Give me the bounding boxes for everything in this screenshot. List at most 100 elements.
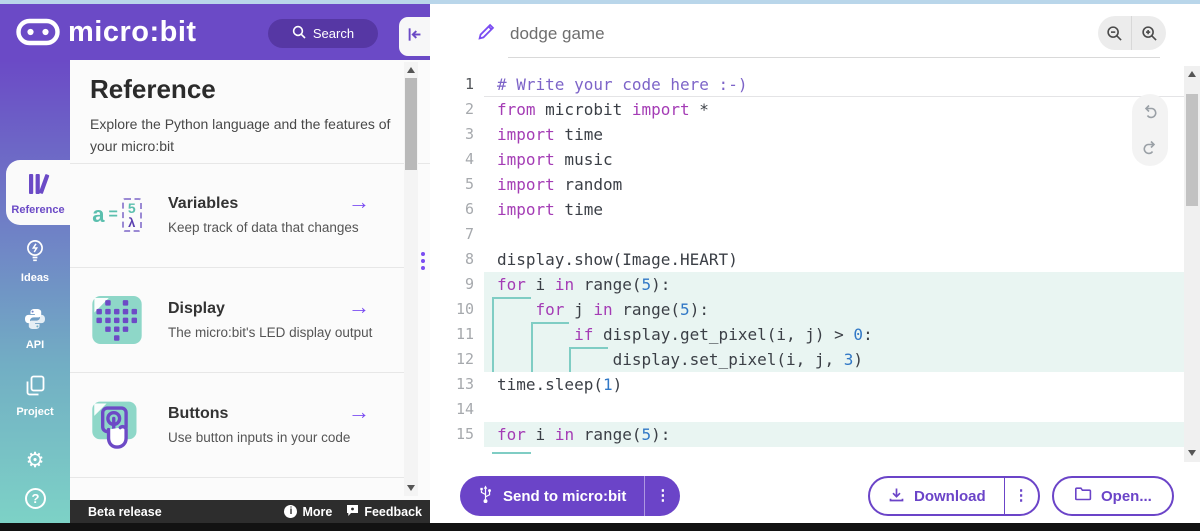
indent-guide [569,347,572,372]
line-number: 6 [464,200,474,218]
action-bar: Send to micro:bit ⋮ Download ⋮ Open... [430,462,1200,523]
sidebar-item-ideas[interactable]: Ideas [0,238,70,284]
code-line-text[interactable]: for i in range(5): [484,272,1184,297]
scroll-down-icon[interactable] [407,485,415,491]
scroll-up-icon[interactable] [1188,71,1196,77]
download-more-options-icon[interactable]: ⋮ [1003,478,1038,514]
info-icon: i [284,505,298,518]
line-number: 15 [455,425,474,443]
card-display[interactable]: Display The micro:bit's LED display outpu… [70,268,418,373]
indent-guide [530,322,570,324]
code-area[interactable]: 1 # Write your code here :-) 2 from microbi… [430,66,1184,462]
help-icon[interactable]: ? [25,488,46,509]
download-label: Download [914,487,986,505]
scroll-down-icon[interactable] [1188,450,1196,456]
open-label: Open... [1101,487,1152,505]
feedback-bubble-icon [346,504,359,520]
card-text: Display The micro:bit's LED display outpu… [168,300,372,340]
ideas-icon [23,238,47,264]
reference-scrollbar[interactable] [404,62,418,496]
code-line-text[interactable]: import time [484,197,1184,222]
code-line: 3 import time [430,122,1184,147]
edit-project-name-icon[interactable] [477,22,496,46]
zoom-in-button[interactable] [1132,16,1166,50]
feedback-link[interactable]: Feedback [346,504,422,520]
zoom-controls [1098,16,1166,50]
line-number: 4 [464,150,474,168]
code-line-text[interactable] [484,222,1184,247]
download-button[interactable]: Download ⋮ [868,476,1040,516]
indent-guide [569,347,608,349]
project-name[interactable]: dodge game [510,24,605,44]
download-icon [888,486,905,507]
sidebar-item-label: API [25,339,45,351]
code-line-text[interactable]: for i in range(5): [484,422,1184,454]
redo-button[interactable] [1132,130,1168,166]
card-variables[interactable]: a = 5 λ Variables Keep track of data that cha… [70,163,418,268]
code-line-text[interactable]: display.set_pixel(i, j, 3) [484,347,1184,372]
card-buttons[interactable]: Buttons Use button inputs in your code → [70,373,418,478]
reference-panel: Reference Explore the Python language an… [70,60,430,500]
code-line-text[interactable]: import music [484,147,1184,172]
reference-cards: a = 5 λ Variables Keep track of data that cha… [70,163,418,478]
more-link[interactable]: i More [284,505,332,519]
code-line-text[interactable] [484,397,1184,422]
collapse-arrow-icon [406,26,423,48]
sidebar-items: Reference Ideas API Project [0,160,70,418]
collapse-sidebar-button[interactable] [399,17,430,56]
panel-resize-handle[interactable] [421,252,425,270]
open-button[interactable]: Open... [1052,476,1174,516]
code-scrollbar[interactable] [1184,66,1200,462]
scrollbar-thumb[interactable] [405,78,417,170]
panel-title: Reference [90,74,216,104]
card-text: Buttons Use button inputs in your code [168,405,350,445]
code-line-text[interactable]: import random [484,172,1184,197]
search-button[interactable]: Search [268,19,378,48]
folder-icon [1074,486,1092,506]
code-line: 2 from microbit import * [430,97,1184,122]
sidebar-item-label: Ideas [20,272,50,284]
indent-guide [492,297,494,322]
sidebar-item-api[interactable]: API [0,306,70,351]
code-line: 13 time.sleep(1) [430,372,1184,397]
panel-description: Explore the Python language and the feat… [90,116,391,154]
search-icon [292,25,306,42]
app-header: micro:bit Search [0,4,430,60]
send-more-options-icon[interactable]: ⋮ [644,476,680,516]
code-line: 10 for j in range(5): [430,297,1184,322]
scroll-up-icon[interactable] [407,67,415,73]
sidebar-item-project[interactable]: Project [0,373,70,418]
undo-button[interactable] [1132,94,1168,130]
code-line-text[interactable]: for j in range(5): [484,297,1184,322]
scrollbar-thumb[interactable] [1186,94,1198,206]
settings-gear-icon[interactable]: ⚙ [0,448,70,473]
card-title: Display [168,300,225,317]
code-line: 14 [430,397,1184,422]
microbit-logo-icon [16,18,60,46]
indent-guide [492,347,494,372]
send-label: Send to micro:bit [503,487,627,505]
line-number: 12 [455,350,474,368]
beta-release-bar: Beta release i More Feedback [70,500,430,523]
display-icon [90,293,144,347]
sidebar-item-reference[interactable]: Reference [6,160,70,225]
card-subtitle: Use button inputs in your code [168,430,351,445]
code-line: 6 import time [430,197,1184,222]
code-line-text[interactable]: if display.get_pixel(i, j) > 0: [484,322,1184,347]
sidebar-item-label: Project [16,406,54,418]
indent-guide [492,297,531,299]
zoom-out-button[interactable] [1098,16,1132,50]
code-line: 11 if display.get_pixel(i, j) > 0: [430,322,1184,347]
send-to-microbit-button[interactable]: Send to micro:bit ⋮ [460,476,681,516]
code-line-text[interactable]: # Write your code here :-) [484,72,1184,97]
code-line-text[interactable]: time.sleep(1) [484,372,1184,397]
code-line: 5 import random [430,172,1184,197]
code-line-text[interactable]: import time [484,122,1184,147]
search-label: Search [312,26,355,41]
sidebar: Reference Ideas API Project ⚙ ? [0,60,70,523]
undo-redo-controls [1132,94,1168,166]
code-line: 4 import music [430,147,1184,172]
code-line-text[interactable]: display.show(Image.HEART) [484,247,1184,272]
microbit-python-editor: micro:bit Search Reference Ideas API Projec… [0,0,1200,531]
code-line-text[interactable]: from microbit import * [484,97,1184,122]
